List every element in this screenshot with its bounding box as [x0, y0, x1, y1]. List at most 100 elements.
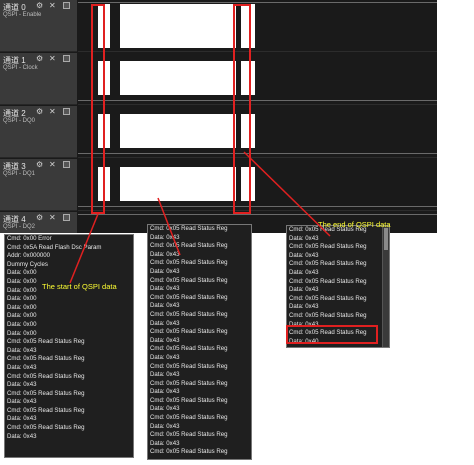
decode-popup-middle[interactable]: Cmd: 0x05 Read Status Reg Data: 0x43 Cmd: … — [147, 224, 252, 460]
channel-subtitle: QSPI - Enable — [3, 12, 42, 18]
decode-list: Cmd: 0x00 Error Cmd: 0x5A Read Flash Dsc … — [5, 235, 133, 441]
decode-row[interactable]: Data: 0x43 — [5, 364, 133, 373]
signal-pulse — [120, 167, 236, 201]
decode-row[interactable]: Cmd: 0x05 Read Status Reg — [148, 363, 251, 372]
decode-row[interactable]: Cmd: 0x05 Read Status Reg — [287, 260, 389, 269]
waveform-row-dq0[interactable] — [78, 106, 437, 158]
last-data-highlight-box — [286, 325, 378, 344]
channel-subtitle: QSPI - Clock — [3, 65, 38, 71]
decode-row[interactable]: Data: 0x43 — [148, 354, 251, 363]
start-annotation: The start of QSPI data — [42, 282, 117, 291]
signal-pulse — [120, 114, 236, 148]
channel-4-label[interactable]: 通道 4 QSPI - DQ2 ⚙ ✕ — [0, 212, 77, 233]
scrollbar-thumb[interactable] — [384, 228, 388, 250]
decode-row[interactable]: Cmd: 0x05 Read Status Reg — [148, 277, 251, 286]
decode-row[interactable]: Data: 0x43 — [148, 285, 251, 294]
close-icon[interactable]: ✕ — [49, 213, 56, 222]
signal-line — [78, 214, 437, 215]
decode-row[interactable]: Cmd: 0x5A Read Flash Dsc Param — [5, 244, 133, 253]
gear-icon[interactable]: ⚙ — [36, 160, 43, 169]
decode-row[interactable]: Data: 0x00 — [5, 321, 133, 330]
channel-3-label[interactable]: 通道 3 QSPI - DQ1 ⚙ ✕ — [0, 159, 77, 211]
decode-row[interactable]: Data: 0x43 — [5, 381, 133, 390]
channel-2-label[interactable]: 通道 2 QSPI - DQ0 ⚙ ✕ — [0, 106, 77, 158]
decode-row[interactable]: Cmd: 0x05 Read Status Reg — [148, 294, 251, 303]
decode-row[interactable]: Data: 0x43 — [287, 303, 389, 312]
channel-subtitle: QSPI - DQ2 — [3, 224, 36, 230]
decode-row[interactable]: Cmd: 0x05 Read Status Reg — [148, 311, 251, 320]
decode-row[interactable]: Cmd: 0x05 Read Status Reg — [5, 390, 133, 399]
decode-row[interactable]: Data: 0x00 — [5, 330, 133, 339]
decode-row[interactable]: Dummy Cycles — [5, 261, 133, 270]
decode-row[interactable]: Data: 0x43 — [148, 371, 251, 380]
decode-row[interactable]: Data: 0x43 — [148, 302, 251, 311]
checkbox-icon[interactable] — [63, 55, 70, 62]
decode-row[interactable]: Cmd: 0x05 Read Status Reg — [148, 345, 251, 354]
decode-row[interactable]: Cmd: 0x05 Read Status Reg — [148, 431, 251, 440]
gear-icon[interactable]: ⚙ — [36, 54, 43, 63]
decode-row[interactable]: Cmd: 0x05 Read Status Reg — [148, 328, 251, 337]
decode-row[interactable]: Data: 0x43 — [5, 398, 133, 407]
decode-row[interactable]: Data: 0x43 — [5, 347, 133, 356]
channel-0-label[interactable]: 通道 0 QSPI - Enable ⚙ ✕ — [0, 0, 77, 52]
decode-row[interactable]: Data: 0x43 — [287, 252, 389, 261]
decode-row[interactable]: Data: 0x43 — [148, 405, 251, 414]
waveform-row-dq1[interactable] — [78, 159, 437, 211]
decode-row[interactable]: Data: 0x43 — [5, 433, 133, 442]
channel-subtitle: QSPI - DQ1 — [3, 171, 36, 177]
decode-row[interactable]: Cmd: 0x05 Read Status Reg — [5, 338, 133, 347]
checkbox-icon[interactable] — [63, 161, 70, 168]
close-icon[interactable]: ✕ — [49, 107, 56, 116]
waveform-row-enable[interactable] — [78, 0, 437, 52]
decode-row[interactable]: Data: 0x43 — [5, 415, 133, 424]
decode-row[interactable]: Data: 0x43 — [287, 286, 389, 295]
decode-row[interactable]: Data: 0x43 — [148, 251, 251, 260]
decode-row[interactable]: Data: 0x43 — [287, 235, 389, 244]
decode-row[interactable]: Data: 0x43 — [148, 423, 251, 432]
end-highlight-box — [233, 4, 251, 214]
decode-row[interactable]: Cmd: 0x05 Read Status Reg — [148, 448, 251, 457]
decode-row[interactable]: Data: 0x43 — [287, 269, 389, 278]
decode-row[interactable]: Cmd: 0x05 Read Status Reg — [148, 242, 251, 251]
decode-row[interactable]: Data: 0x00 — [5, 269, 133, 278]
decode-row[interactable]: Cmd: 0x05 Read Status Reg — [287, 243, 389, 252]
decode-row[interactable]: Cmd: 0x05 Read Status Reg — [148, 380, 251, 389]
gear-icon[interactable]: ⚙ — [36, 1, 43, 10]
decode-row[interactable]: Cmd: 0x05 Read Status Reg — [5, 407, 133, 416]
channel-subtitle: QSPI - DQ0 — [3, 118, 36, 124]
decode-row[interactable]: Addr: 0x000000 — [5, 252, 133, 261]
gear-icon[interactable]: ⚙ — [36, 107, 43, 116]
close-icon[interactable]: ✕ — [49, 1, 56, 10]
scrollbar[interactable] — [382, 226, 389, 347]
channel-1-label[interactable]: 通道 1 QSPI - Clock ⚙ ✕ — [0, 53, 77, 105]
gear-icon[interactable]: ⚙ — [36, 213, 43, 222]
decode-row[interactable]: Data: 0x43 — [148, 440, 251, 449]
decode-row[interactable]: Data: 0x00 — [5, 304, 133, 313]
decode-row[interactable]: Cmd: 0x05 Read Status Reg — [287, 278, 389, 287]
checkbox-icon[interactable] — [63, 214, 70, 221]
decode-row[interactable]: Cmd: 0x05 Read Status Reg — [287, 312, 389, 321]
waveform-row-clock[interactable] — [78, 53, 437, 105]
decode-row[interactable]: Cmd: 0x05 Read Status Reg — [5, 424, 133, 433]
close-icon[interactable]: ✕ — [49, 160, 56, 169]
decode-row[interactable]: Cmd: 0x00 Error — [5, 235, 133, 244]
decode-row[interactable]: Data: 0x00 — [5, 295, 133, 304]
decode-row[interactable]: Cmd: 0x05 Read Status Reg — [5, 373, 133, 382]
decode-row[interactable]: Cmd: 0x05 Read Status Reg — [148, 259, 251, 268]
checkbox-icon[interactable] — [63, 108, 70, 115]
decode-row[interactable]: Data: 0x00 — [5, 312, 133, 321]
decode-row[interactable]: Data: 0x43 — [148, 234, 251, 243]
decode-row[interactable]: Data: 0x43 — [148, 268, 251, 277]
close-icon[interactable]: ✕ — [49, 54, 56, 63]
decode-row[interactable]: Data: 0x43 — [148, 388, 251, 397]
decode-row[interactable]: Cmd: 0x05 Read Status Reg — [148, 397, 251, 406]
decode-row[interactable]: Cmd: 0x05 Read Status Reg — [148, 414, 251, 423]
decode-popup-start[interactable]: Cmd: 0x00 Error Cmd: 0x5A Read Flash Dsc … — [4, 234, 134, 458]
decode-row[interactable]: Cmd: 0x05 Read Status Reg — [148, 225, 251, 234]
decode-row[interactable]: Cmd: 0x05 Read Status Reg — [5, 355, 133, 364]
checkbox-icon[interactable] — [63, 2, 70, 9]
decode-row[interactable]: Cmd: 0x05 Read Status Reg — [287, 295, 389, 304]
logic-analyzer-window: 通道 0 QSPI - Enable ⚙ ✕ 通道 1 QSPI - Clock… — [0, 0, 437, 233]
decode-row[interactable]: Data: 0x43 — [148, 337, 251, 346]
decode-row[interactable]: Data: 0x43 — [148, 320, 251, 329]
